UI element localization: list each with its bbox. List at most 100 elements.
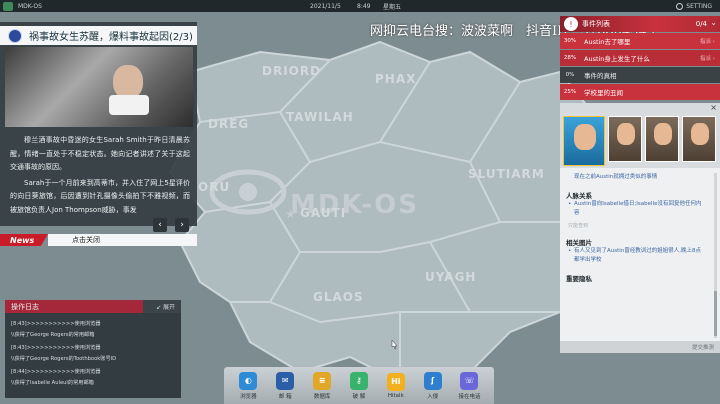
profile-panel: × 现在之前Austin就拥过类似的事情 人脉关系 Austin曾向Isabel… [560,103,720,353]
globe-icon [8,28,22,43]
log-entry: \\获得了George Rogers的Toothbook账号ID [11,355,117,362]
region-driord[interactable]: DRIORD [262,64,321,78]
time-display: 8:49 [357,2,371,10]
alert-icon: ! [564,17,578,31]
star-marker-icon: ★ [285,207,296,221]
event-progress: 25% [563,89,577,95]
database-icon: ≡ [313,371,332,390]
images-heading: 相关图片 [566,239,592,247]
news-photo-face [113,65,143,99]
key-icon: ⚷ [349,371,368,390]
dock-item-key[interactable]: ⚷ 破 解 [344,371,374,400]
news-tag: News [0,234,48,246]
weekday-display: 星期五 [383,3,402,11]
dock-label: 邮 箱 [278,393,292,400]
news-close-button[interactable]: 点击关闭 [48,234,197,246]
region-tawilah[interactable]: TAWILAH [286,110,354,124]
relations-item[interactable]: Austin曾向Isabelle借日;Isabelle没有回复他任何内容 [566,200,706,218]
region-oru[interactable]: ORU [198,180,230,194]
news-prev-button[interactable]: ‹ [153,218,167,232]
log-entry: \\获得了Isabelle Auleul的常用邮箱 [11,379,94,386]
dock-item-hitalk[interactable]: Hi Hitalk [381,372,411,399]
event-name: Austin去了哪里 [584,38,631,46]
operation-log-header: 操作日志 ↙ 展开 [5,300,181,313]
images-item[interactable]: 有人又见到了Austin曾经教训过的姐姐很人,晚上8点都学出学校 [566,247,706,265]
event-progress: 30% [563,38,577,44]
dock-item-browser[interactable]: ◐ 浏览器 [233,371,263,400]
app-dock: ◐ 浏览器 ✉ 邮 箱 ≡ 数据库 ⚷ 破 解 Hi Hitalk ʃ 入侵 ☏ 接在电话 [224,367,494,404]
operation-log-panel: 操作日志 ↙ 展开 [8:43]>>>>>>>>>>>使用浏览器 \\获得了Ge… [5,300,181,398]
dock-label: 入侵 [427,393,439,400]
profile-footer: 提交推测 [560,341,720,353]
region-glaos[interactable]: GLAOS [313,290,364,304]
operation-log-expand-button[interactable]: ↙ 展开 [156,302,181,311]
news-next-button[interactable]: › [175,218,189,232]
operation-log-title: 操作日志 [5,300,143,313]
mail-icon: ✉ [276,371,295,390]
news-paragraph: 穆兰酒事故中昏迷的女生Sarah Smith于昨日清晨苏醒，情绪一直处于不稳定状… [10,136,190,171]
top-bar: MDK-OS 2021/11/5 8:49 星期五 SETTING [0,0,720,12]
dock-item-mail[interactable]: ✉ 邮 箱 [270,371,300,400]
profile-photo-austin[interactable] [563,116,605,166]
hook-icon: ʃ [423,371,442,390]
os-title: MDK-OS [18,2,42,10]
dock-label: 接在电话 [458,393,481,400]
dock-label: 浏览器 [240,393,257,400]
region-slutiarm[interactable]: SLUTIARM [468,167,545,181]
dock-item-hook[interactable]: ʃ 入侵 [418,371,448,400]
date-display: 2021/11/5 [310,2,341,10]
os-logo-icon [3,1,13,11]
event-assign-button[interactable]: 指派 › [700,54,720,62]
scrollbar-thumb[interactable] [714,291,717,336]
phone-icon: ☏ [460,371,479,390]
event-assign-button[interactable]: 指派 › [700,37,720,45]
news-paragraph: Sarah于一个月前来到高蒂市，并入住了网上5星评价的向日葵旅馆，后因遭到针孔摄… [10,178,190,214]
event-name: 学校里的丑闻 [584,89,623,97]
privacy-heading: 重要隐私 [566,275,592,283]
profile-photo[interactable] [608,116,642,162]
profile-scrollbar[interactable] [714,173,717,338]
news-photo [5,47,193,127]
relations-heading: 人脉关系 [566,192,592,200]
dock-item-phone[interactable]: ☏ 接在电话 [454,371,484,400]
region-gauti[interactable]: GAUTI [300,206,346,220]
events-header[interactable]: ! 事件列表 0/4 ⌄ [560,16,720,32]
region-phax[interactable]: PHAX [375,72,416,86]
log-entry: \\获得了George Rogers的常用邮箱 [11,331,95,338]
region-uyagh[interactable]: UYAGH [425,270,476,284]
settings-button[interactable]: SETTING [676,2,712,10]
news-panel: 祸事故女生苏醒，爆料事故起因(2/3) 穆兰酒事故中昏迷的女生Sarah Smi… [0,22,197,246]
profile-note: 现在之前Austin就拥过类似的事情 [574,174,658,180]
log-entry: [8:43]>>>>>>>>>>>使用浏览器 [11,345,101,351]
close-icon[interactable]: × [710,103,717,112]
news-title: 祸事故女生苏醒，爆料事故起因(2/3) [29,32,193,43]
event-progress: 0% [565,72,575,78]
dock-item-database[interactable]: ≡ 数据库 [307,371,337,400]
events-panel: ! 事件列表 0/4 ⌄ 30% Austin去了哪里 指派 › 28% Austin身… [560,16,720,102]
event-row[interactable]: 28% Austin身上发生了什么 指派 › [560,50,720,66]
news-footer: News 点击关闭 [0,234,197,246]
event-name: 事件的真相 [584,72,617,80]
events-title: 事件列表 [582,20,610,28]
event-progress: 28% [563,55,577,61]
submit-guess-button[interactable]: 提交推测 [692,343,714,351]
gear-icon [676,2,684,10]
hitalk-icon: Hi [386,372,405,391]
event-row[interactable]: 25% 学校里的丑闻 [560,84,720,100]
dock-label: 数据库 [313,393,331,400]
profile-content[interactable]: 现在之前Austin就拥过类似的事情 人脉关系 Austin曾向Isabelle… [560,170,712,340]
log-entry: [8:44]>>>>>>>>>>>使用浏览器 [11,369,101,375]
news-header: 祸事故女生苏醒，爆料事故起因(2/3) [0,26,197,45]
profile-photos [560,113,720,168]
event-row[interactable]: 0% 事件的真相 [560,67,720,83]
relations-hint: 只能查到 [568,223,589,229]
event-name: Austin身上发生了什么 [584,55,650,63]
region-dreg[interactable]: DREG [208,117,249,131]
profile-photo[interactable] [645,116,679,162]
operation-log-entries: [8:43]>>>>>>>>>>>使用浏览器 \\获得了George Roger… [5,313,181,394]
settings-label: SETTING [686,2,712,10]
event-row[interactable]: 30% Austin去了哪里 指派 › [560,33,720,49]
news-body: 穆兰酒事故中昏迷的女生Sarah Smith于昨日清晨苏醒，情绪一直处于不稳定状… [10,134,190,217]
chevron-down-icon[interactable]: ⌄ [710,18,717,27]
profile-photo[interactable] [682,116,716,162]
